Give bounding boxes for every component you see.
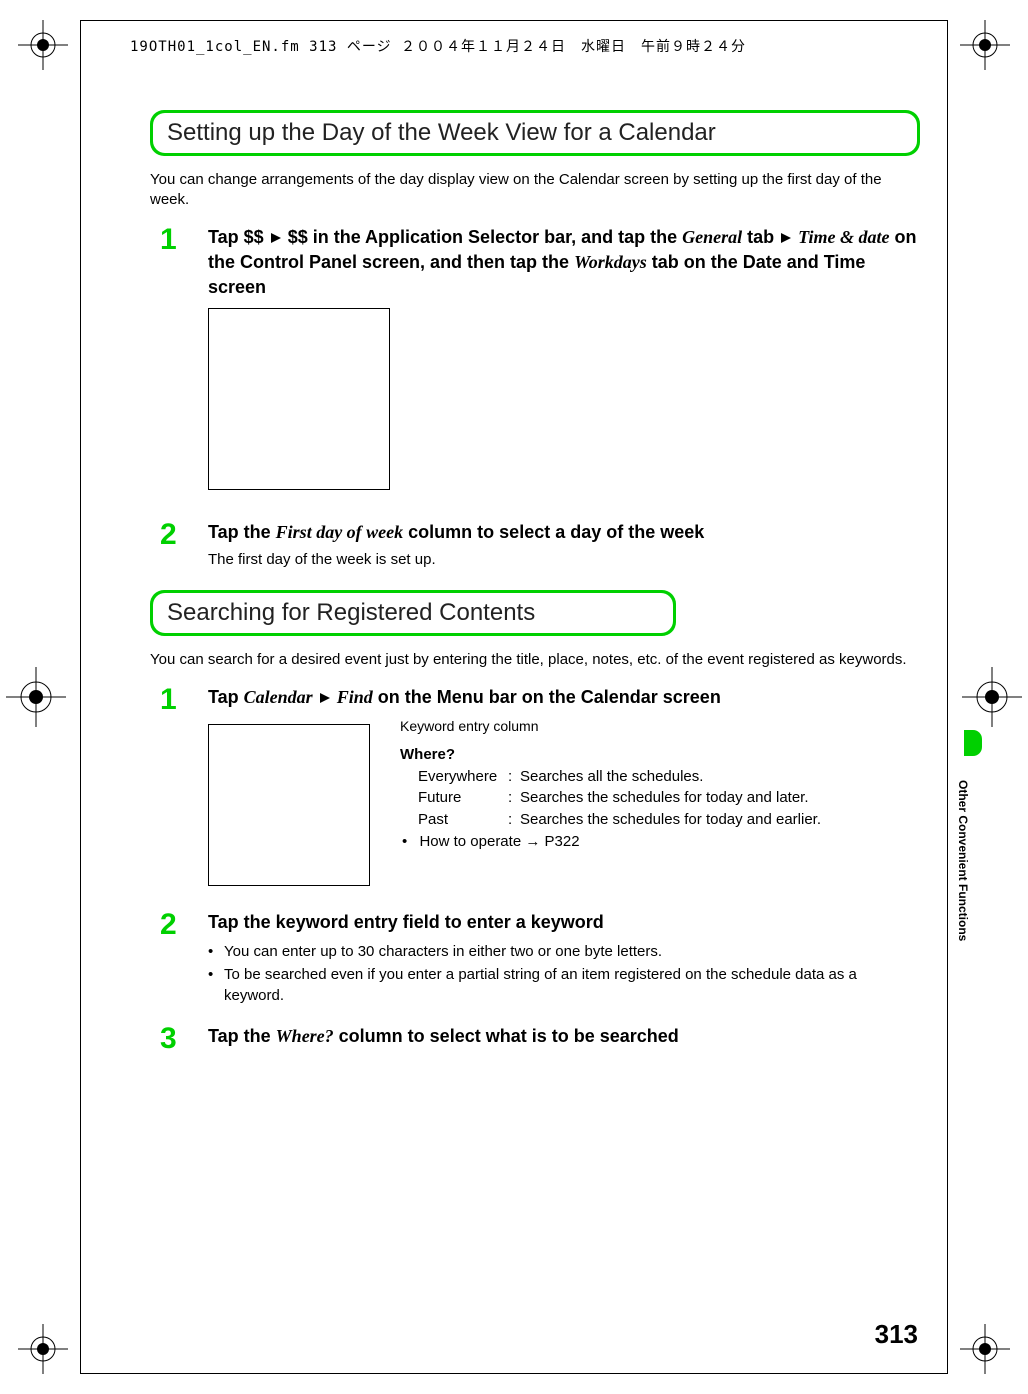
s2-step1: 1 Tap Calendar Find on the Menu bar on t…: [150, 685, 920, 896]
file-header-info: 19OTH01_1col_EN.fm 313 ページ ２００４年１１月２４日 水…: [130, 36, 746, 56]
where-row-past: Past:Searches the schedules for today an…: [400, 809, 821, 831]
main-content: Setting up the Day of the Week View for …: [150, 100, 920, 1069]
txt: tab: [742, 227, 779, 247]
calendar-label: Calendar: [244, 687, 313, 707]
step-number: 2: [150, 910, 208, 1010]
section2-intro: You can search for a desired event just …: [150, 650, 920, 670]
crop-mark-br: [960, 1324, 1010, 1374]
where-row-future: Future:Searches the schedules for today …: [400, 787, 821, 809]
txt: Tap the: [208, 522, 276, 542]
section1-intro: You can change arrangements of the day d…: [150, 170, 920, 211]
thin-arrow-icon: [525, 833, 540, 850]
registration-mark-left: [6, 667, 66, 727]
txt: Tap $$: [208, 227, 269, 247]
how-to-operate: How to operate P322: [400, 831, 821, 853]
where-key: Past: [418, 809, 508, 831]
s2-step3-title: Tap the Where? column to select what is …: [208, 1024, 920, 1049]
time-date-label: Time & date: [798, 227, 889, 247]
find-label: Find: [337, 687, 373, 707]
crop-mark-tr: [960, 20, 1010, 70]
s2-step2-title: Tap the keyword entry field to enter a k…: [208, 910, 920, 935]
s1-step2-note: The first day of the week is set up.: [208, 551, 920, 568]
section-heading-2: Searching for Registered Contents: [150, 590, 676, 636]
section-heading-1-text: Setting up the Day of the Week View for …: [153, 113, 917, 153]
s2-step2-bullets: You can enter up to 30 characters in eit…: [208, 941, 920, 1006]
arrow-icon: [781, 233, 791, 243]
arrow-icon: [271, 233, 281, 243]
s1-step1-title: Tap $$ $$ in the Application Selector ba…: [208, 225, 920, 301]
step-number: 2: [150, 520, 208, 576]
section-heading-1: Setting up the Day of the Week View for …: [150, 110, 920, 156]
where-key: Everywhere: [418, 766, 508, 788]
registration-mark-right: [962, 667, 1022, 727]
s1-step1: 1 Tap $$ $$ in the Application Selector …: [150, 225, 920, 507]
image-placeholder: [208, 308, 390, 490]
page-ref: P322: [540, 833, 579, 850]
txt: Tap: [208, 687, 244, 707]
where-block: Keyword entry column Where? Everywhere:S…: [400, 716, 821, 853]
side-tab: [964, 730, 982, 756]
txt: column to select what is to be searched: [334, 1026, 679, 1046]
where-value: Searches the schedules for today and ear…: [520, 809, 821, 831]
bullet-item: To be searched even if you enter a parti…: [208, 964, 920, 1006]
s2-step1-title: Tap Calendar Find on the Menu bar on the…: [208, 685, 920, 710]
where-value: Searches the schedules for today and lat…: [520, 787, 809, 809]
txt: $$ in the Application Selector bar, and …: [283, 227, 682, 247]
step-number: 3: [150, 1024, 208, 1055]
general-label: General: [682, 227, 742, 247]
side-section-label: Other Convenient Functions: [956, 780, 970, 941]
txt: column to select a day of the week: [403, 522, 704, 542]
image-placeholder: [208, 724, 370, 886]
where-key: Future: [418, 787, 508, 809]
keyword-entry-label: Keyword entry column: [400, 716, 821, 736]
first-day-label: First day of week: [276, 522, 404, 542]
colon: :: [508, 787, 520, 809]
crop-mark-bl: [18, 1324, 68, 1374]
colon: :: [508, 809, 520, 831]
arrow-icon: [320, 693, 330, 703]
section-heading-2-text: Searching for Registered Contents: [153, 593, 673, 633]
workdays-label: Workdays: [574, 252, 647, 272]
txt: How to operate: [419, 833, 525, 850]
where-heading: Where?: [400, 744, 821, 766]
s1-step2-title: Tap the First day of week column to sele…: [208, 520, 920, 545]
where-row-everywhere: Everywhere:Searches all the schedules.: [400, 766, 821, 788]
colon: :: [508, 766, 520, 788]
s1-step2: 2 Tap the First day of week column to se…: [150, 520, 920, 576]
page-number: 313: [875, 1319, 918, 1350]
where-label: Where?: [276, 1026, 334, 1046]
bullet-item: You can enter up to 30 characters in eit…: [208, 941, 920, 962]
where-value: Searches all the schedules.: [520, 766, 703, 788]
crop-mark-tl: [18, 20, 68, 70]
s2-step3: 3 Tap the Where? column to select what i…: [150, 1024, 920, 1055]
s2-step2: 2 Tap the keyword entry field to enter a…: [150, 910, 920, 1010]
txt: Tap the: [208, 1026, 276, 1046]
txt: on the Menu bar on the Calendar screen: [373, 687, 721, 707]
step-number: 1: [150, 685, 208, 896]
step-number: 1: [150, 225, 208, 507]
